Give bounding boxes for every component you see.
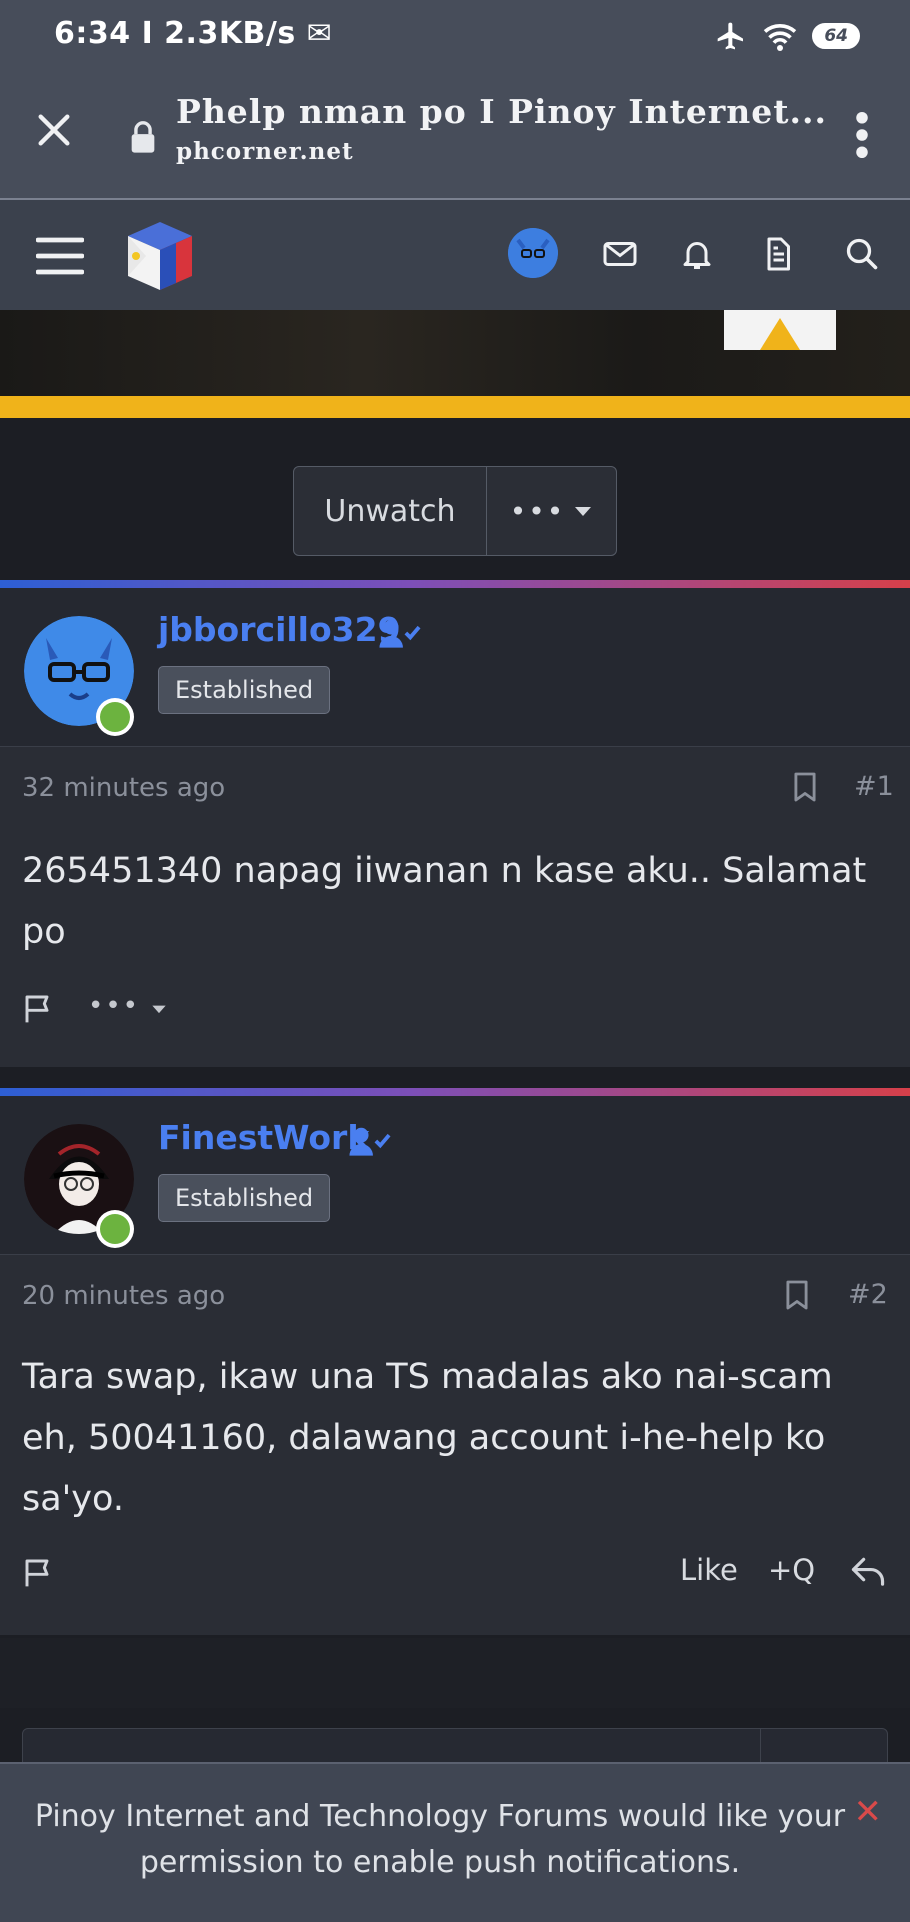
post-more-label: ••• <box>88 991 141 1021</box>
post-1: jbborcillo329 Established 32 minutes ago… <box>0 580 910 1067</box>
close-tab-icon[interactable] <box>34 110 74 150</box>
banner-logo-fragment <box>724 310 836 350</box>
banner-stripe <box>0 396 910 418</box>
document-icon[interactable] <box>760 236 796 272</box>
bookmark-icon[interactable] <box>784 1279 810 1311</box>
site-header <box>0 200 910 310</box>
quote-button[interactable]: +Q <box>768 1553 815 1587</box>
post-content: 265451340 napag iiwanan n kase aku.. Sal… <box>22 851 867 952</box>
post-timestamp[interactable]: 32 minutes ago <box>22 773 225 803</box>
post-body: 20 minutes ago #2 Tara swap, ikaw una TS… <box>0 1254 910 1635</box>
status-bar: 6:34 I 2.3KB/s ✉ 64 <box>0 0 910 72</box>
caret-down-icon <box>152 1005 166 1014</box>
mail-icon[interactable] <box>602 236 638 272</box>
search-icon[interactable] <box>844 236 880 272</box>
thread-banner-image <box>0 310 910 418</box>
post-body: 32 minutes ago #1 265451340 napag iiwana… <box>0 746 910 1067</box>
post-user-section: FinestWork Established <box>0 1096 910 1254</box>
bookmark-icon[interactable] <box>792 771 818 803</box>
menu-icon[interactable] <box>36 236 84 276</box>
browser-menu-icon[interactable] <box>854 112 870 158</box>
notification-text: Pinoy Internet and Technology Forums wou… <box>34 1799 846 1880</box>
lock-icon <box>131 121 155 153</box>
page-url[interactable]: phcorner.net <box>176 138 354 165</box>
post-timestamp[interactable]: 20 minutes ago <box>22 1281 225 1311</box>
status-time: 6:34 I 2.3KB/s ✉ <box>54 16 333 51</box>
user-avatar[interactable] <box>508 228 558 278</box>
post-username[interactable]: jbborcillo329 <box>158 610 401 649</box>
post-username[interactable]: FinestWork <box>158 1118 369 1157</box>
status-icons: 64 <box>714 20 860 52</box>
airplane-icon <box>717 22 744 50</box>
like-button[interactable]: Like <box>680 1553 738 1587</box>
post-accent-bar <box>0 1088 910 1096</box>
browser-toolbar: Phelp nman po I Pinoy Internet... phcorn… <box>0 72 910 200</box>
online-status-icon <box>96 698 134 736</box>
report-flag-icon[interactable] <box>22 1557 56 1589</box>
report-flag-icon[interactable] <box>22 993 56 1025</box>
post-content: Tara swap, ikaw una TS madalas ako nai-s… <box>22 1357 833 1519</box>
verified-user-icon <box>349 1127 391 1156</box>
section-divider <box>0 1638 910 1708</box>
reply-icon[interactable] <box>850 1555 886 1587</box>
battery-indicator: 64 <box>812 23 860 49</box>
wifi-icon <box>764 24 797 51</box>
post-number[interactable]: #1 <box>854 771 894 802</box>
thread-more-button[interactable]: ••• <box>487 467 616 555</box>
notification-close-button[interactable]: ✕ <box>854 1792 883 1832</box>
post-user-section: jbborcillo329 Established <box>0 588 910 746</box>
watch-button-group: Unwatch ••• <box>293 466 617 556</box>
post-number[interactable]: #2 <box>848 1279 888 1310</box>
bell-icon[interactable] <box>679 236 715 272</box>
site-logo[interactable] <box>120 216 200 296</box>
online-status-icon <box>96 1210 134 1248</box>
unwatch-button[interactable]: Unwatch <box>294 467 487 555</box>
post-more-button[interactable]: ••• <box>88 991 168 1021</box>
thread-more-label: ••• <box>509 494 566 528</box>
verified-user-icon <box>379 619 421 648</box>
user-title-badge: Established <box>158 1174 331 1222</box>
post-accent-bar <box>0 580 910 588</box>
push-notification-prompt: Pinoy Internet and Technology Forums wou… <box>0 1762 910 1922</box>
user-title-badge: Established <box>158 666 331 714</box>
post-2: FinestWork Established 20 minutes ago #2… <box>0 1088 910 1635</box>
caret-down-icon <box>575 507 592 516</box>
page-title[interactable]: Phelp nman po I Pinoy Internet... <box>176 92 827 131</box>
